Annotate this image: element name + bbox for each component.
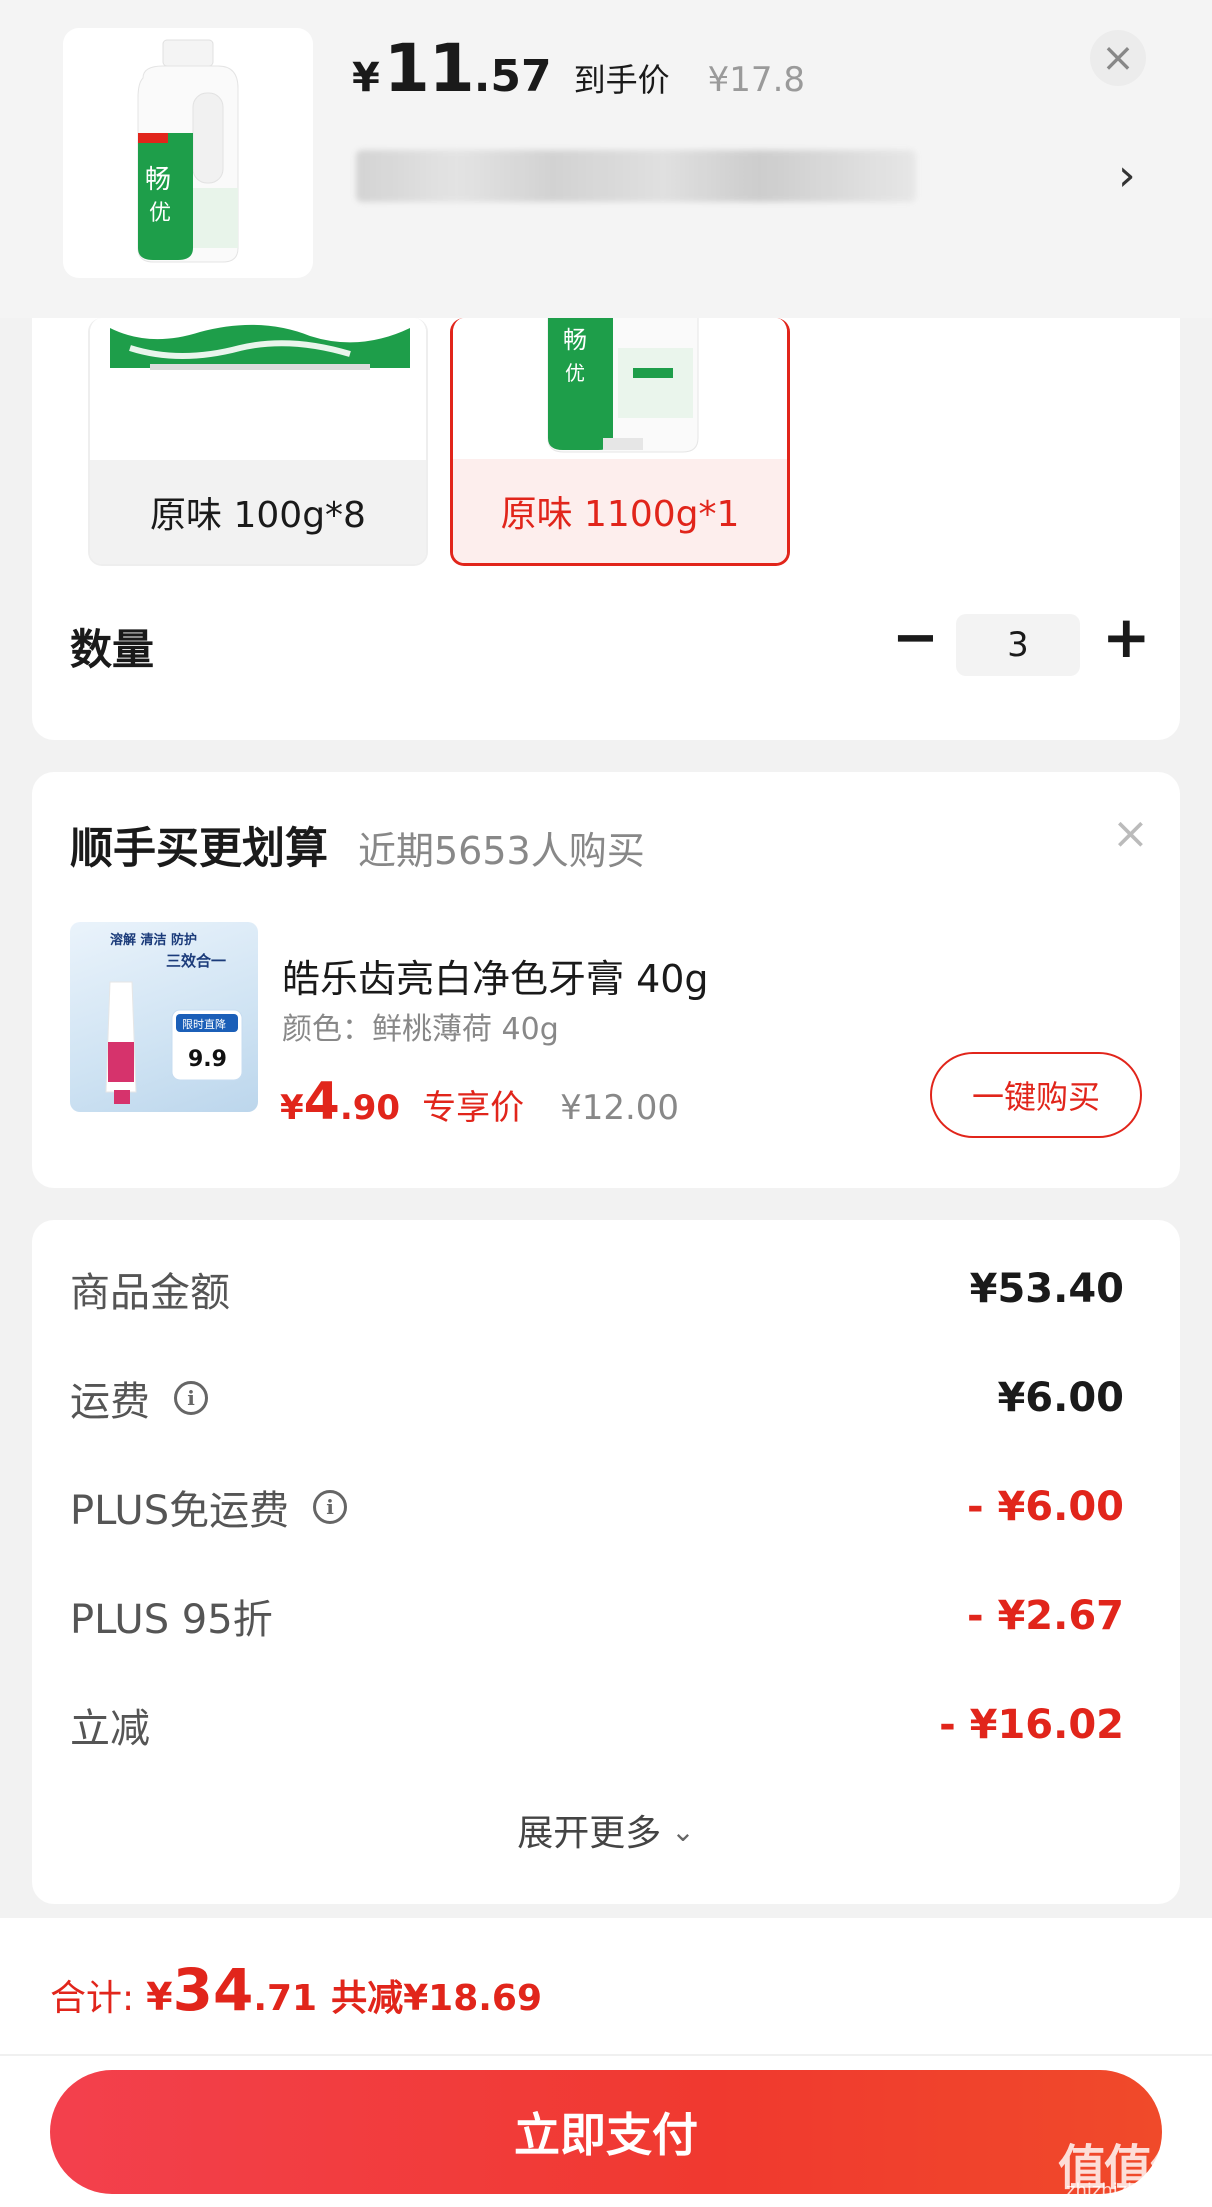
quantity-label: 数量 <box>70 625 155 674</box>
addon-product-spec: 颜色：鲜桃薄荷 40g <box>282 1012 559 1047</box>
detail-label: PLUS免运费 <box>70 1488 290 1534</box>
divider <box>0 2054 1212 2056</box>
detail-label: 运费 <box>70 1379 150 1425</box>
spec-option-label: 原味 100g*8 <box>90 460 426 564</box>
total-label: 合计: <box>50 1978 135 2019</box>
spec-option-1100g[interactable]: 畅 优 原味 1100g*1 <box>450 318 790 566</box>
price-decimal: .57 <box>473 51 552 102</box>
thumb-text-line2: 三效合一 <box>166 952 226 970</box>
detail-label: 立减 <box>70 1706 150 1752</box>
detail-value: ¥53.40 <box>969 1266 1124 1312</box>
total-integer: 34 <box>172 1956 254 2024</box>
info-icon[interactable]: i <box>174 1381 208 1415</box>
detail-label: PLUS 95折 <box>70 1597 273 1643</box>
price-integer: 11 <box>383 30 475 107</box>
detail-value: - ¥6.00 <box>966 1484 1124 1530</box>
yogurt-bottle-image: 畅 优 <box>137 39 239 263</box>
addon-price-tag: 专享价 <box>422 1088 525 1128</box>
total-decimal: .71 <box>253 1978 318 2019</box>
spec-option-image: 畅 优 <box>453 318 787 460</box>
addon-price-symbol: ¥ <box>280 1088 304 1128</box>
svg-text:优: 优 <box>149 201 171 226</box>
detail-value: ¥6.00 <box>997 1375 1124 1421</box>
addon-price: ¥ 4 .90 专享价 ¥12.00 <box>280 1072 679 1132</box>
checkout-bar: 合计: ¥ 34 .71 共减¥18.69 立即支付 <box>0 1918 1212 2207</box>
order-total: 合计: ¥ 34 .71 共减¥18.69 <box>50 1956 542 2024</box>
expand-more-button[interactable]: 展开更多 ⌄ <box>32 1804 1180 1856</box>
final-price-label: 到手价 <box>573 61 670 99</box>
blurred-address-bar[interactable] <box>356 150 916 202</box>
close-icon[interactable]: × <box>1090 30 1146 86</box>
detail-row-instant-discount: 立减 - ¥16.02 <box>70 1690 1124 1760</box>
thumb-badge: 限时直降 <box>182 1017 226 1031</box>
svg-text:畅: 畅 <box>563 326 587 354</box>
watermark-url: zhizhizhi.com <box>1066 2180 1188 2201</box>
chevron-down-icon: ⌄ <box>671 1815 695 1848</box>
spec-selection-card: 原味 100g*8 畅 优 原味 1100g*1 数量 − 3 + <box>32 318 1180 740</box>
total-saved: 共减¥18.69 <box>331 1978 543 2019</box>
thumb-badge-price: 9.9 <box>188 1047 227 1072</box>
spec-option-image <box>90 318 426 460</box>
spec-option-100g[interactable]: 原味 100g*8 <box>88 318 428 566</box>
total-symbol: ¥ <box>146 1975 173 2019</box>
quantity-increase-button[interactable]: + <box>1102 608 1151 666</box>
original-price: ¥17.8 <box>707 60 806 100</box>
addon-recommendation-card: 顺手买更划算 近期5653人购买 × 溶解 清洁 防护 三效合一 限时直降 9.… <box>32 772 1180 1188</box>
spec-option-label: 原味 1100g*1 <box>453 459 787 563</box>
quantity-decrease-button[interactable]: − <box>892 610 939 666</box>
detail-row-plus-free-shipping: PLUS免运费 i - ¥6.00 <box>70 1472 1124 1542</box>
detail-row-goods-amount: 商品金额 ¥53.40 <box>70 1254 1124 1324</box>
addon-product-name[interactable]: 皓乐齿亮白净色牙膏 40g <box>282 948 709 1003</box>
chevron-right-icon[interactable]: › <box>1118 150 1136 201</box>
info-icon[interactable]: i <box>313 1490 348 1524</box>
addon-price-decimal: .90 <box>339 1088 401 1128</box>
pay-now-button[interactable]: 立即支付 <box>50 2070 1162 2194</box>
one-click-buy-button[interactable]: 一键购买 <box>930 1052 1142 1138</box>
detail-value: - ¥16.02 <box>939 1702 1124 1748</box>
addon-title: 顺手买更划算 <box>70 824 328 874</box>
product-header: 畅 优 ¥ 11 .57 到手价 ¥17.8 × › <box>0 0 1212 318</box>
close-icon[interactable]: × <box>1112 808 1149 859</box>
addon-original-price: ¥12.00 <box>560 1088 680 1128</box>
addon-purchase-count: 近期5653人购买 <box>358 829 645 873</box>
product-thumbnail[interactable]: 畅 优 <box>63 28 313 278</box>
detail-row-plus-discount: PLUS 95折 - ¥2.67 <box>70 1581 1124 1651</box>
detail-row-shipping: 运费 i ¥6.00 <box>70 1363 1124 1433</box>
detail-label: 商品金额 <box>70 1270 230 1316</box>
price-symbol: ¥ <box>352 55 380 101</box>
toothpaste-thumbnail[interactable]: 溶解 清洁 防护 三效合一 限时直降 9.9 <box>70 922 258 1112</box>
addon-price-integer: 4 <box>303 1072 340 1132</box>
svg-text:优: 优 <box>565 361 585 385</box>
thumb-text-line1: 溶解 清洁 防护 <box>110 932 197 948</box>
price-row: ¥ 11 .57 到手价 ¥17.8 <box>352 30 805 110</box>
quantity-input[interactable]: 3 <box>956 614 1080 676</box>
detail-value: - ¥2.67 <box>966 1593 1124 1639</box>
svg-text:畅: 畅 <box>145 165 171 195</box>
price-detail-card: 商品金额 ¥53.40 运费 i ¥6.00 PLUS免运费 i - ¥6.00 P… <box>32 1220 1180 1904</box>
expand-more-label: 展开更多 <box>517 1813 662 1854</box>
